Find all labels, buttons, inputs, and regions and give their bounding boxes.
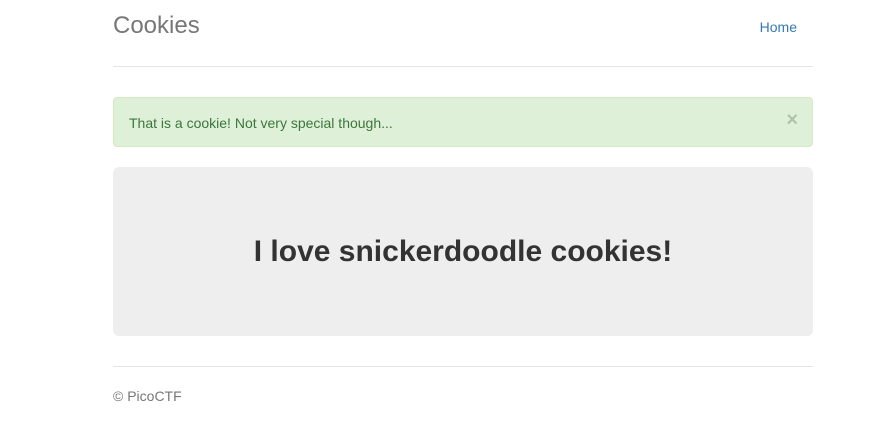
brand-title: Cookies — [113, 12, 200, 39]
footer-copyright: © PicoCTF — [113, 388, 182, 404]
footer: © PicoCTF — [113, 366, 813, 404]
nav-link-home[interactable]: Home — [760, 19, 797, 35]
header: Cookies Home — [113, 0, 813, 67]
jumbotron: I love snickerdoodle cookies! — [113, 167, 813, 336]
nav: Home — [760, 19, 797, 37]
page-container: Cookies Home That is a cookie! Not very … — [113, 0, 813, 404]
alert-message: That is a cookie! Not very special thoug… — [129, 115, 393, 131]
close-icon[interactable]: × — [786, 110, 798, 130]
jumbotron-heading: I love snickerdoodle cookies! — [253, 234, 673, 268]
nav-item-home: Home — [760, 19, 797, 37]
success-alert: That is a cookie! Not very special thoug… — [113, 97, 813, 147]
